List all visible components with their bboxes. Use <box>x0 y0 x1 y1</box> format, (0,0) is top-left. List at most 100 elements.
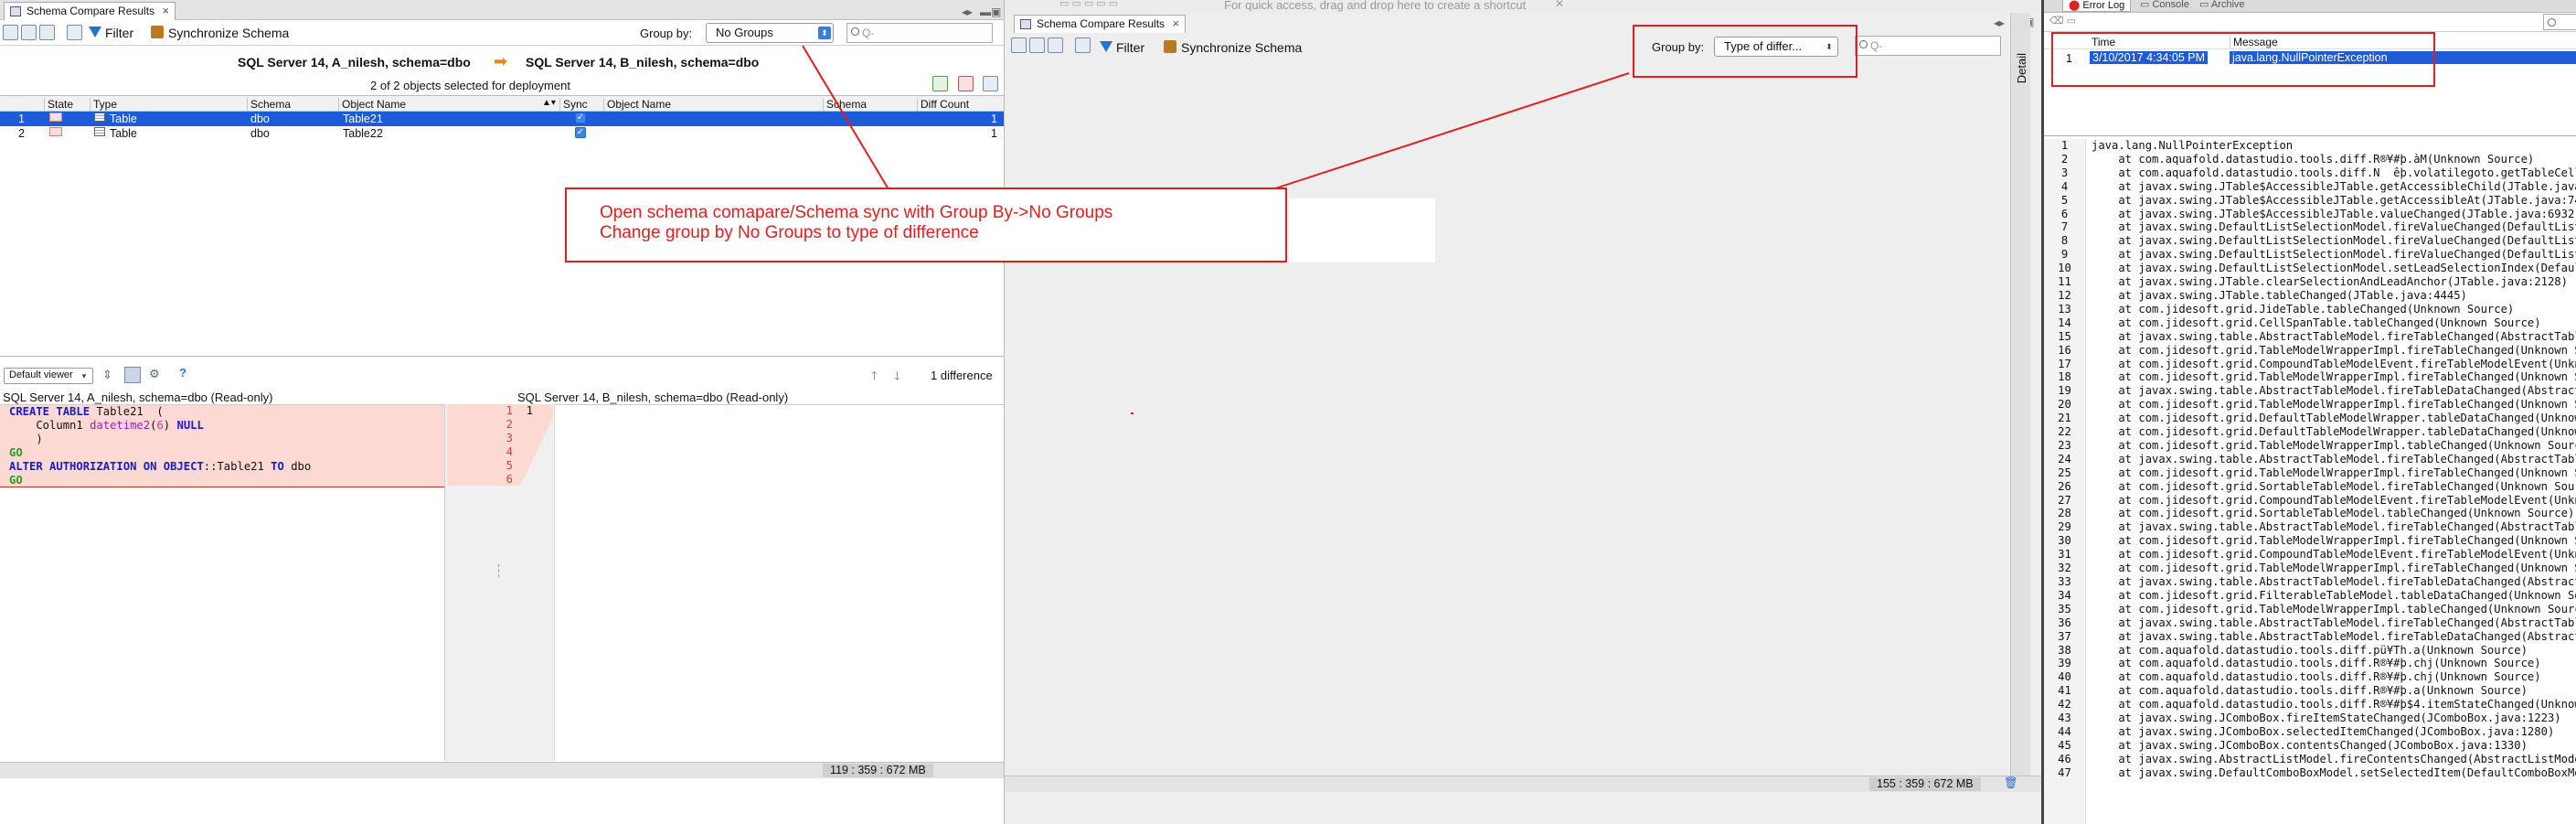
trace-line-number: 31 <box>2058 548 2071 562</box>
help-icon[interactable]: ? <box>179 366 186 380</box>
grid-header: State Type Schema Object Name ▲▾ Sync Ob… <box>0 96 1004 112</box>
trace-line-number: 43 <box>2058 712 2071 725</box>
deploy-icon[interactable] <box>958 76 974 91</box>
trace-line-number: 28 <box>2058 507 2071 520</box>
script-icon[interactable] <box>932 76 948 91</box>
console-icon: ▭ <box>2140 0 2150 10</box>
arrow-up-icon[interactable]: 🡑 <box>871 368 878 388</box>
filter-button[interactable]: Filter <box>1116 40 1144 55</box>
gear-icon[interactable]: ⚙ <box>149 367 160 381</box>
trace-line: at javax.swing.DefaultComboBoxModel.setS… <box>2092 765 2576 779</box>
stack-trace-viewer[interactable]: 1 2 3 4 5 6 7 8 9 10 11 12 13 14 15 16 17 18 19 20 21 22 23 24 2… <box>2044 139 2576 824</box>
trace-line-number: 27 <box>2058 493 2071 507</box>
maximize-icon[interactable]: ▣ <box>991 5 1001 18</box>
tab-error-log[interactable]: ⬤ Error Log <box>2062 0 2132 12</box>
trace-line-number: 26 <box>2058 479 2071 493</box>
trace-line: at javax.swing.table.AbstractTableModel.… <box>2092 629 2576 643</box>
column-header-schema[interactable]: Schema <box>247 98 291 112</box>
refresh-icon[interactable] <box>3 25 18 40</box>
group-by-value: No Groups <box>716 26 773 39</box>
annotation-line-2: Change group by No Groups to type of dif… <box>600 223 979 242</box>
column-header-sync[interactable]: Sync <box>559 98 588 112</box>
options-icon[interactable] <box>1048 37 1063 53</box>
selection-bar: 2 of 2 objects selected for deployment <box>0 76 1004 94</box>
trash-icon[interactable]: 🗑 <box>2004 776 2018 790</box>
close-icon[interactable]: × <box>162 4 169 17</box>
trace-line: at com.jidesoft.grid.TableModelWrapperIm… <box>2092 534 2576 548</box>
scroll-tabs-icon[interactable]: ◂▸ <box>962 5 973 18</box>
toolbar-icons[interactable]: ▭ ▭ ▭ ▭ ▭ <box>1059 0 1118 9</box>
minimize-icon[interactable]: ▬ <box>980 5 991 18</box>
export-icon[interactable] <box>983 76 998 91</box>
trace-line-number: 13 <box>2058 302 2071 316</box>
filter-icon[interactable] <box>1100 41 1112 52</box>
refresh-icon[interactable] <box>1011 37 1027 53</box>
trace-line-number: 8 <box>2060 234 2069 248</box>
trace-line-number: 46 <box>2058 752 2071 765</box>
left-code-editor[interactable]: CREATE TABLE Table21 ( Column1 datetime2… <box>0 404 444 761</box>
sync-checkbox[interactable]: ✓ <box>575 127 586 138</box>
sort-icon[interactable]: ▲▾ <box>539 98 556 112</box>
state-indicator <box>49 112 62 122</box>
tab-schema-compare-results[interactable]: Schema Compare Results × <box>4 2 176 20</box>
synchronize-schema-button[interactable]: Synchronize Schema <box>168 26 289 40</box>
trace-line: at com.jidesoft.grid.CellSpanTable.table… <box>2092 316 2541 329</box>
trace-line: at javax.swing.JTable.tableChanged(JTabl… <box>2092 288 2467 302</box>
options-icon[interactable] <box>39 25 55 40</box>
trace-line-number: 17 <box>2058 357 2071 370</box>
trace-line-number: 47 <box>2058 765 2071 779</box>
trace-line: at com.aquafold.datastudio.tools.diff.R®… <box>2092 684 2528 698</box>
column-header-type[interactable]: Type <box>90 98 117 112</box>
clear-log-icon[interactable]: ⌫ ▭ <box>2049 15 2076 27</box>
splitter[interactable] <box>0 356 1004 357</box>
viewer-select[interactable]: Default viewer ▾ <box>4 368 93 384</box>
search-input[interactable]: Q- <box>846 23 993 43</box>
trace-line-number: 30 <box>2058 534 2071 548</box>
side-tab-detail[interactable]: Detail <box>2015 53 2028 83</box>
log-search-input[interactable] <box>2543 14 2576 30</box>
trace-line-number: 4 <box>2060 179 2069 193</box>
filter-icon[interactable] <box>89 27 101 37</box>
column-header-diff-count[interactable]: Diff Count <box>917 98 969 112</box>
arrow-down-icon[interactable]: 🡓 <box>894 368 900 388</box>
editor-tabbar: Schema Compare Results × ◂▸ ▬ ▣ <box>0 0 1004 20</box>
column-header-schema-target[interactable]: Schema <box>823 98 867 112</box>
column-header-object-name-target[interactable]: Object Name <box>603 98 671 112</box>
annotation-line-1: Open schema comapare/Schema sync with Gr… <box>600 203 1113 222</box>
column-header-object-name[interactable]: Object Name <box>338 98 406 112</box>
log-splitter[interactable] <box>2044 135 2576 136</box>
table-row[interactable]: 1 Table dbo Table21 ✓ 1 <box>0 112 1004 126</box>
close-icon[interactable]: × <box>1172 16 1179 30</box>
tab-label: Schema Compare Results <box>1037 17 1166 30</box>
trace-line-number: 24 <box>2058 452 2071 466</box>
split-view-icon[interactable] <box>124 367 141 383</box>
filter-button[interactable]: Filter <box>105 26 133 40</box>
scroll-marker <box>498 564 501 577</box>
compare-icon[interactable] <box>1029 37 1045 53</box>
trace-line-number: 18 <box>2058 370 2071 384</box>
table-row[interactable]: 2 Table dbo Table22 ✓ 1 <box>0 126 1004 141</box>
columns-icon[interactable] <box>67 25 82 40</box>
memory-indicator[interactable]: 119 : 359 : 672 MB <box>823 764 933 777</box>
search-input[interactable]: Q- <box>1855 36 2001 56</box>
trace-line: java.lang.NullPointerException <box>2092 139 2294 152</box>
tab-schema-compare-results[interactable]: Schema Compare Results × <box>1014 15 1187 33</box>
columns-icon[interactable] <box>1075 37 1091 53</box>
close-icon[interactable]: ✕ <box>1555 0 1564 10</box>
sync-checkbox[interactable]: ✓ <box>575 112 586 123</box>
sync-icon[interactable] <box>151 26 164 38</box>
memory-indicator[interactable]: 155 : 359 : 672 MB <box>1869 777 1981 791</box>
collapse-icon[interactable]: ⇕ <box>102 368 112 382</box>
column-header-state[interactable]: State <box>44 98 73 112</box>
tab-archive[interactable]: ▭ Archive <box>2199 0 2245 10</box>
scroll-tabs-icon[interactable]: ◂▸ <box>1994 16 2005 29</box>
synchronize-schema-button[interactable]: Synchronize Schema <box>1181 40 1302 55</box>
trace-line: at javax.swing.DefaultListSelectionModel… <box>2092 234 2576 248</box>
group-by-select[interactable]: No Groups ⬍ <box>706 23 834 43</box>
right-code-editor[interactable] <box>554 404 1004 761</box>
tab-console[interactable]: ▭ Console <box>2140 0 2189 10</box>
compare-icon[interactable] <box>21 25 37 40</box>
chevron-down-icon: ▾ <box>81 371 87 380</box>
sync-icon[interactable] <box>1164 40 1176 53</box>
trace-line-number: 3 <box>2060 166 2069 179</box>
